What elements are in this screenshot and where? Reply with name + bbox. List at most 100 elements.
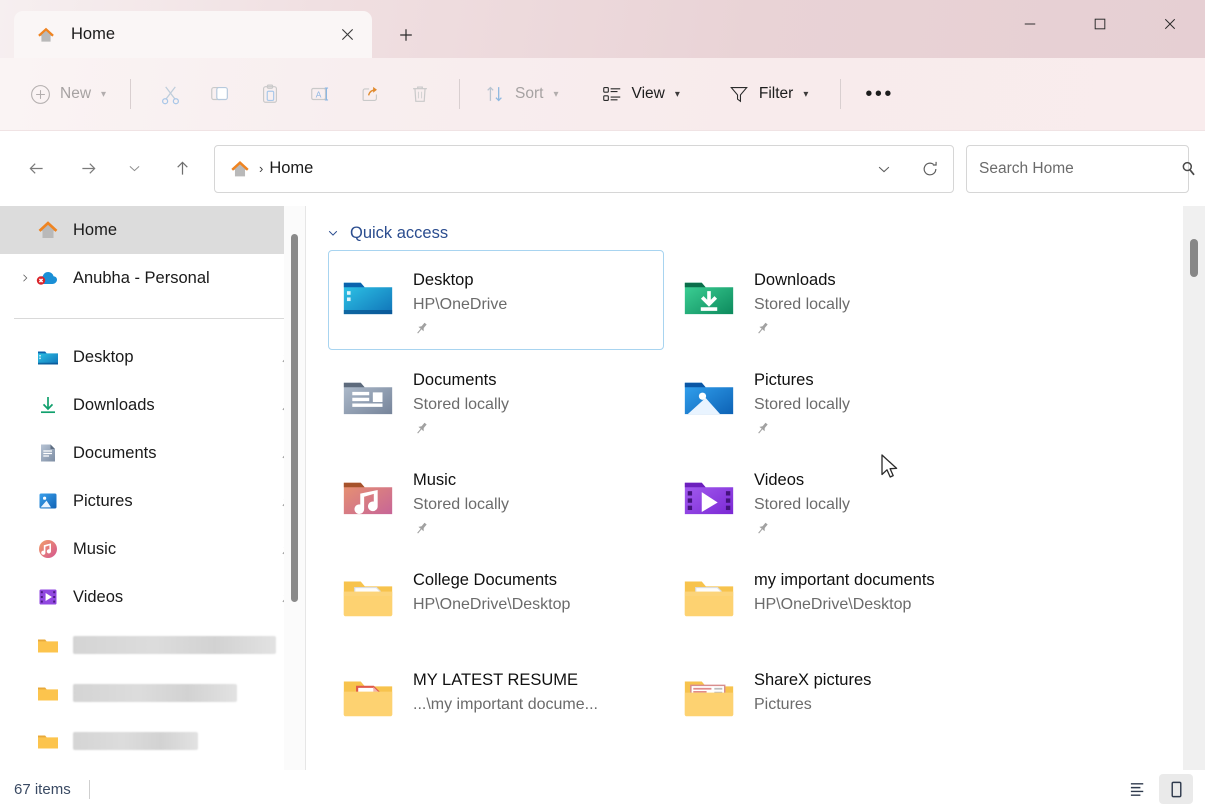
paste-button[interactable] [245, 72, 295, 116]
toolbar-divider-3 [840, 79, 841, 109]
quick-access-tile[interactable]: DesktopHP\OneDrive [328, 250, 664, 350]
tile-meta: MY LATEST RESUME...\my important docume.… [413, 661, 598, 738]
downloads-arrow-icon [36, 393, 60, 417]
tile-location: Stored locally [754, 393, 850, 416]
sidebar-item-downloads[interactable]: Downloads [0, 381, 306, 429]
tile-pin-row [754, 420, 850, 438]
tile-name: Desktop [413, 269, 507, 291]
close-icon[interactable] [330, 20, 364, 50]
quick-access-tile[interactable]: A MY LATEST RESUME...\my important docum… [328, 650, 664, 750]
tile-name: Videos [754, 469, 850, 491]
refresh-icon[interactable] [907, 146, 953, 192]
sidebar-item-label: Music [73, 540, 116, 559]
back-button[interactable] [16, 149, 56, 189]
home-icon [36, 218, 60, 242]
tile-pin-row [413, 620, 570, 638]
pictures-icon [36, 489, 60, 513]
tile-meta: VideosStored locally [754, 461, 850, 538]
previous-locations-button[interactable] [861, 146, 907, 192]
rename-icon: A [309, 83, 331, 105]
sidebar-item-redacted-6[interactable] [0, 621, 306, 669]
details-view-button[interactable] [1121, 774, 1155, 804]
quick-access-tile[interactable]: VideosStored locally [669, 450, 1005, 550]
item-count: 67 items [14, 781, 71, 798]
toolbar-divider-2 [459, 79, 460, 109]
clipboard-icon [259, 83, 281, 105]
filter-button[interactable]: Filter ▾ [718, 72, 818, 116]
sidebar-item-pictures[interactable]: Pictures [0, 477, 306, 525]
cut-button[interactable] [145, 72, 195, 116]
plus-circle-icon [30, 84, 51, 105]
sidebar-item-music[interactable]: Music [0, 525, 306, 573]
pictures-folder-icon [680, 367, 738, 425]
content-scrollbar-track[interactable] [1183, 206, 1205, 770]
documents-folder-icon [339, 367, 397, 425]
new-button[interactable]: New ▾ [20, 72, 116, 116]
content-scrollbar-thumb[interactable] [1190, 239, 1198, 277]
chevron-right-icon[interactable] [14, 272, 36, 284]
share-button[interactable] [345, 72, 395, 116]
pin-icon[interactable] [754, 420, 850, 437]
nav-scrollbar-thumb[interactable] [291, 234, 298, 602]
pin-icon[interactable] [754, 520, 850, 537]
command-bar: New ▾ [0, 58, 1205, 131]
file-explorer-window: Home New [0, 0, 1205, 807]
sidebar-item-label: Downloads [73, 396, 155, 415]
recent-locations-button[interactable] [114, 149, 154, 189]
tile-pin-row [754, 720, 871, 738]
breadcrumb-current[interactable]: Home [269, 159, 313, 178]
pin-icon[interactable] [413, 320, 507, 337]
quick-access-group-header[interactable]: Quick access [306, 206, 1205, 250]
pin-icon[interactable] [413, 520, 509, 537]
sort-icon [484, 83, 506, 105]
share-icon [359, 83, 381, 105]
sidebar-item-documents[interactable]: Documents [0, 429, 306, 477]
music-folder-icon [339, 467, 397, 525]
search-icon[interactable] [1179, 159, 1198, 178]
tile-name: Documents [413, 369, 509, 391]
new-tab-button[interactable] [387, 17, 425, 53]
chevron-down-icon[interactable] [326, 226, 340, 240]
quick-access-tile[interactable]: my important documentsHP\OneDrive\Deskto… [669, 550, 1005, 650]
search-input[interactable] [979, 160, 1179, 178]
search-box[interactable] [966, 145, 1189, 193]
maximize-button[interactable] [1065, 0, 1135, 48]
filter-label: Filter [759, 85, 793, 103]
chevron-down-icon: ▾ [675, 89, 680, 100]
up-button[interactable] [162, 149, 202, 189]
quick-access-tile[interactable]: ShareX picturesPictures [669, 650, 1005, 750]
file-list-pane: Quick access DesktopHP\OneDrive [306, 206, 1205, 770]
view-button[interactable]: View ▾ [591, 72, 690, 116]
quick-access-tile[interactable]: MusicStored locally [328, 450, 664, 550]
minimize-button[interactable] [995, 0, 1065, 48]
sidebar-item-redacted-7[interactable] [0, 669, 306, 717]
quick-access-tile[interactable]: College DocumentsHP\OneDrive\Desktop [328, 550, 664, 650]
sidebar-item-videos[interactable]: Videos [0, 573, 306, 621]
quick-access-tile[interactable]: PicturesStored locally [669, 350, 1005, 450]
sidebar-item-desktop[interactable]: Desktop [0, 333, 306, 381]
trash-icon [409, 83, 431, 105]
quick-access-tile[interactable]: DocumentsStored locally [328, 350, 664, 450]
tile-name: College Documents [413, 569, 570, 591]
pin-icon[interactable] [754, 320, 850, 337]
tab-home[interactable]: Home [14, 11, 372, 58]
breadcrumb[interactable]: › Home [214, 145, 954, 193]
sort-label: Sort [515, 85, 543, 103]
rename-button[interactable]: A [295, 72, 345, 116]
pin-icon[interactable] [413, 420, 509, 437]
sidebar-item-redacted-8[interactable] [0, 717, 306, 765]
status-divider [89, 780, 90, 799]
sort-button[interactable]: Sort ▾ [474, 72, 568, 116]
tile-name: my important documents [754, 569, 935, 591]
more-options-button[interactable]: ••• [855, 72, 904, 116]
tile-location: HP\OneDrive\Desktop [413, 593, 570, 616]
copy-button[interactable] [195, 72, 245, 116]
large-icons-view-button[interactable] [1159, 774, 1193, 804]
delete-button[interactable] [395, 72, 445, 116]
sidebar-item-home[interactable]: Home [0, 206, 306, 254]
forward-button[interactable] [68, 149, 108, 189]
tile-location: HP\OneDrive\Desktop [754, 593, 935, 616]
sidebar-item-anubha-personal[interactable]: Anubha - Personal [0, 254, 306, 302]
quick-access-tile[interactable]: DownloadsStored locally [669, 250, 1005, 350]
close-window-button[interactable] [1135, 0, 1205, 48]
